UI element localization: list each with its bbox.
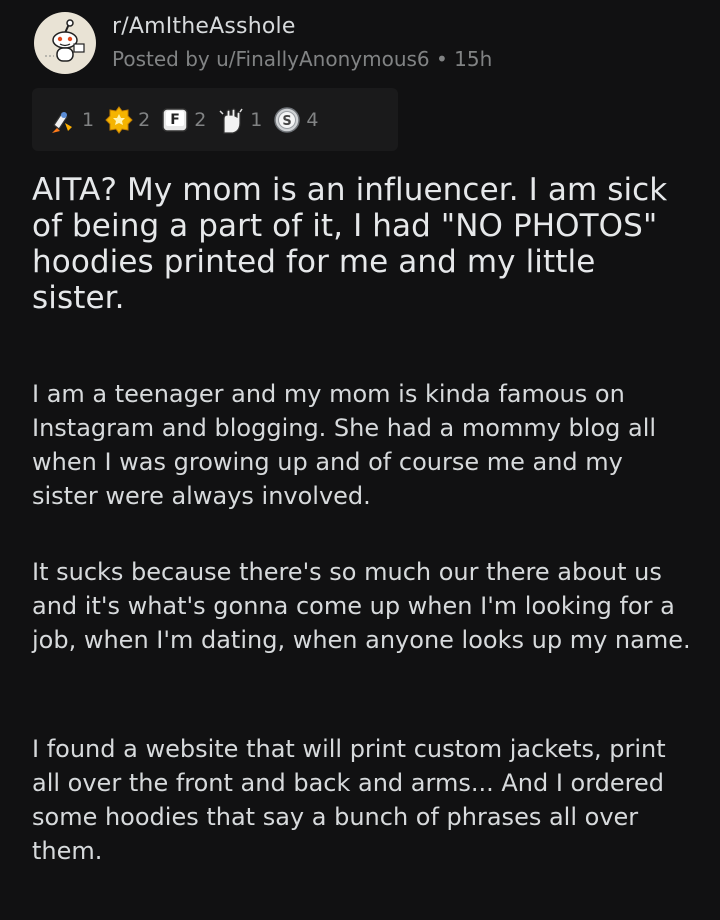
rocket-like-award-icon bbox=[52, 111, 72, 133]
svg-text:S: S bbox=[283, 114, 292, 129]
post-title[interactable]: AITA? My mom is an influencer. I am sick… bbox=[32, 172, 682, 316]
award-count: 1 bbox=[250, 108, 263, 131]
post-body-paragraph: I found a website that will print custom… bbox=[32, 735, 666, 865]
wholesome-hands-award-icon bbox=[219, 107, 243, 134]
award-item[interactable]: 1 bbox=[48, 105, 94, 135]
subreddit-name[interactable]: r/AmItheAsshole bbox=[112, 13, 492, 41]
awards-bar[interactable]: 1 2 F 2 1 S 4 bbox=[32, 88, 398, 151]
post-header: r/AmItheAsshole Posted by u/FinallyAnony… bbox=[34, 12, 492, 74]
award-item[interactable]: S 4 bbox=[272, 105, 318, 135]
post-body-paragraph: I am a teenager and my mom is kinda famo… bbox=[32, 380, 657, 510]
award-count: 1 bbox=[82, 108, 95, 131]
award-item[interactable]: 1 bbox=[216, 105, 262, 135]
silver-award-icon: S bbox=[274, 106, 301, 133]
svg-text:F: F bbox=[170, 112, 180, 128]
award-item[interactable]: 2 bbox=[104, 105, 150, 135]
award-count: 4 bbox=[306, 108, 319, 131]
gold-award-icon bbox=[105, 105, 133, 134]
press-f-award-icon: F bbox=[162, 107, 188, 132]
subreddit-avatar[interactable] bbox=[34, 12, 96, 74]
snoo-icon bbox=[45, 19, 85, 62]
award-count: 2 bbox=[138, 108, 151, 131]
post-byline[interactable]: Posted by u/FinallyAnonymous6 • 15h bbox=[112, 45, 492, 73]
award-count: 2 bbox=[194, 108, 207, 131]
award-item[interactable]: F 2 bbox=[160, 105, 206, 135]
post-body-paragraph: It sucks because there's so much our the… bbox=[32, 558, 691, 654]
